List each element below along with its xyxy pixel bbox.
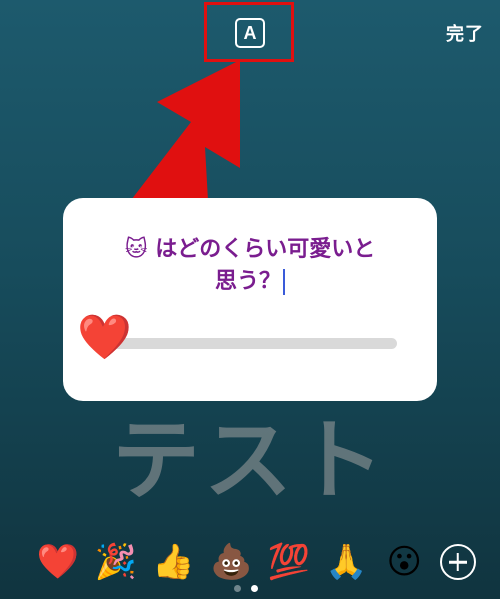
cat-emoji: 🐱: [124, 237, 148, 262]
emoji-slider-sticker[interactable]: 🐱 はどのくらい可愛いと 思う？ ❤️: [63, 198, 437, 401]
story-text-background[interactable]: テスト: [0, 390, 500, 517]
emoji-surprised[interactable]: 😮: [382, 542, 426, 582]
slider-heart-thumb[interactable]: ❤️: [77, 316, 132, 360]
emoji-hundred[interactable]: 💯: [267, 542, 311, 582]
page-dot: [234, 585, 241, 592]
emoji-thumbs-up[interactable]: 👍: [151, 542, 195, 582]
emoji-party-popper[interactable]: 🎉: [94, 542, 138, 582]
plus-circle-icon[interactable]: [439, 544, 476, 580]
done-button[interactable]: 完了: [446, 20, 484, 46]
question-text[interactable]: 🐱 はどのくらい可愛いと 思う？: [63, 234, 437, 298]
emoji-pray[interactable]: 🙏: [325, 542, 369, 582]
question-line-2: 思う？: [214, 269, 281, 294]
emoji-heart[interactable]: ❤️: [36, 542, 80, 582]
emoji-poop[interactable]: 💩: [209, 542, 253, 582]
page-dot-active: [251, 585, 258, 592]
question-line-1: はどのくらい可愛いと: [155, 237, 376, 262]
slider-track[interactable]: [105, 338, 397, 349]
top-toolbar: A 完了: [0, 0, 500, 70]
text-caret: [283, 269, 285, 295]
page-indicator: [234, 585, 258, 592]
annotation-highlight-box: [204, 2, 294, 62]
emoji-tray: ❤️ 🎉 👍 💩 💯 🙏 😮: [36, 540, 476, 584]
